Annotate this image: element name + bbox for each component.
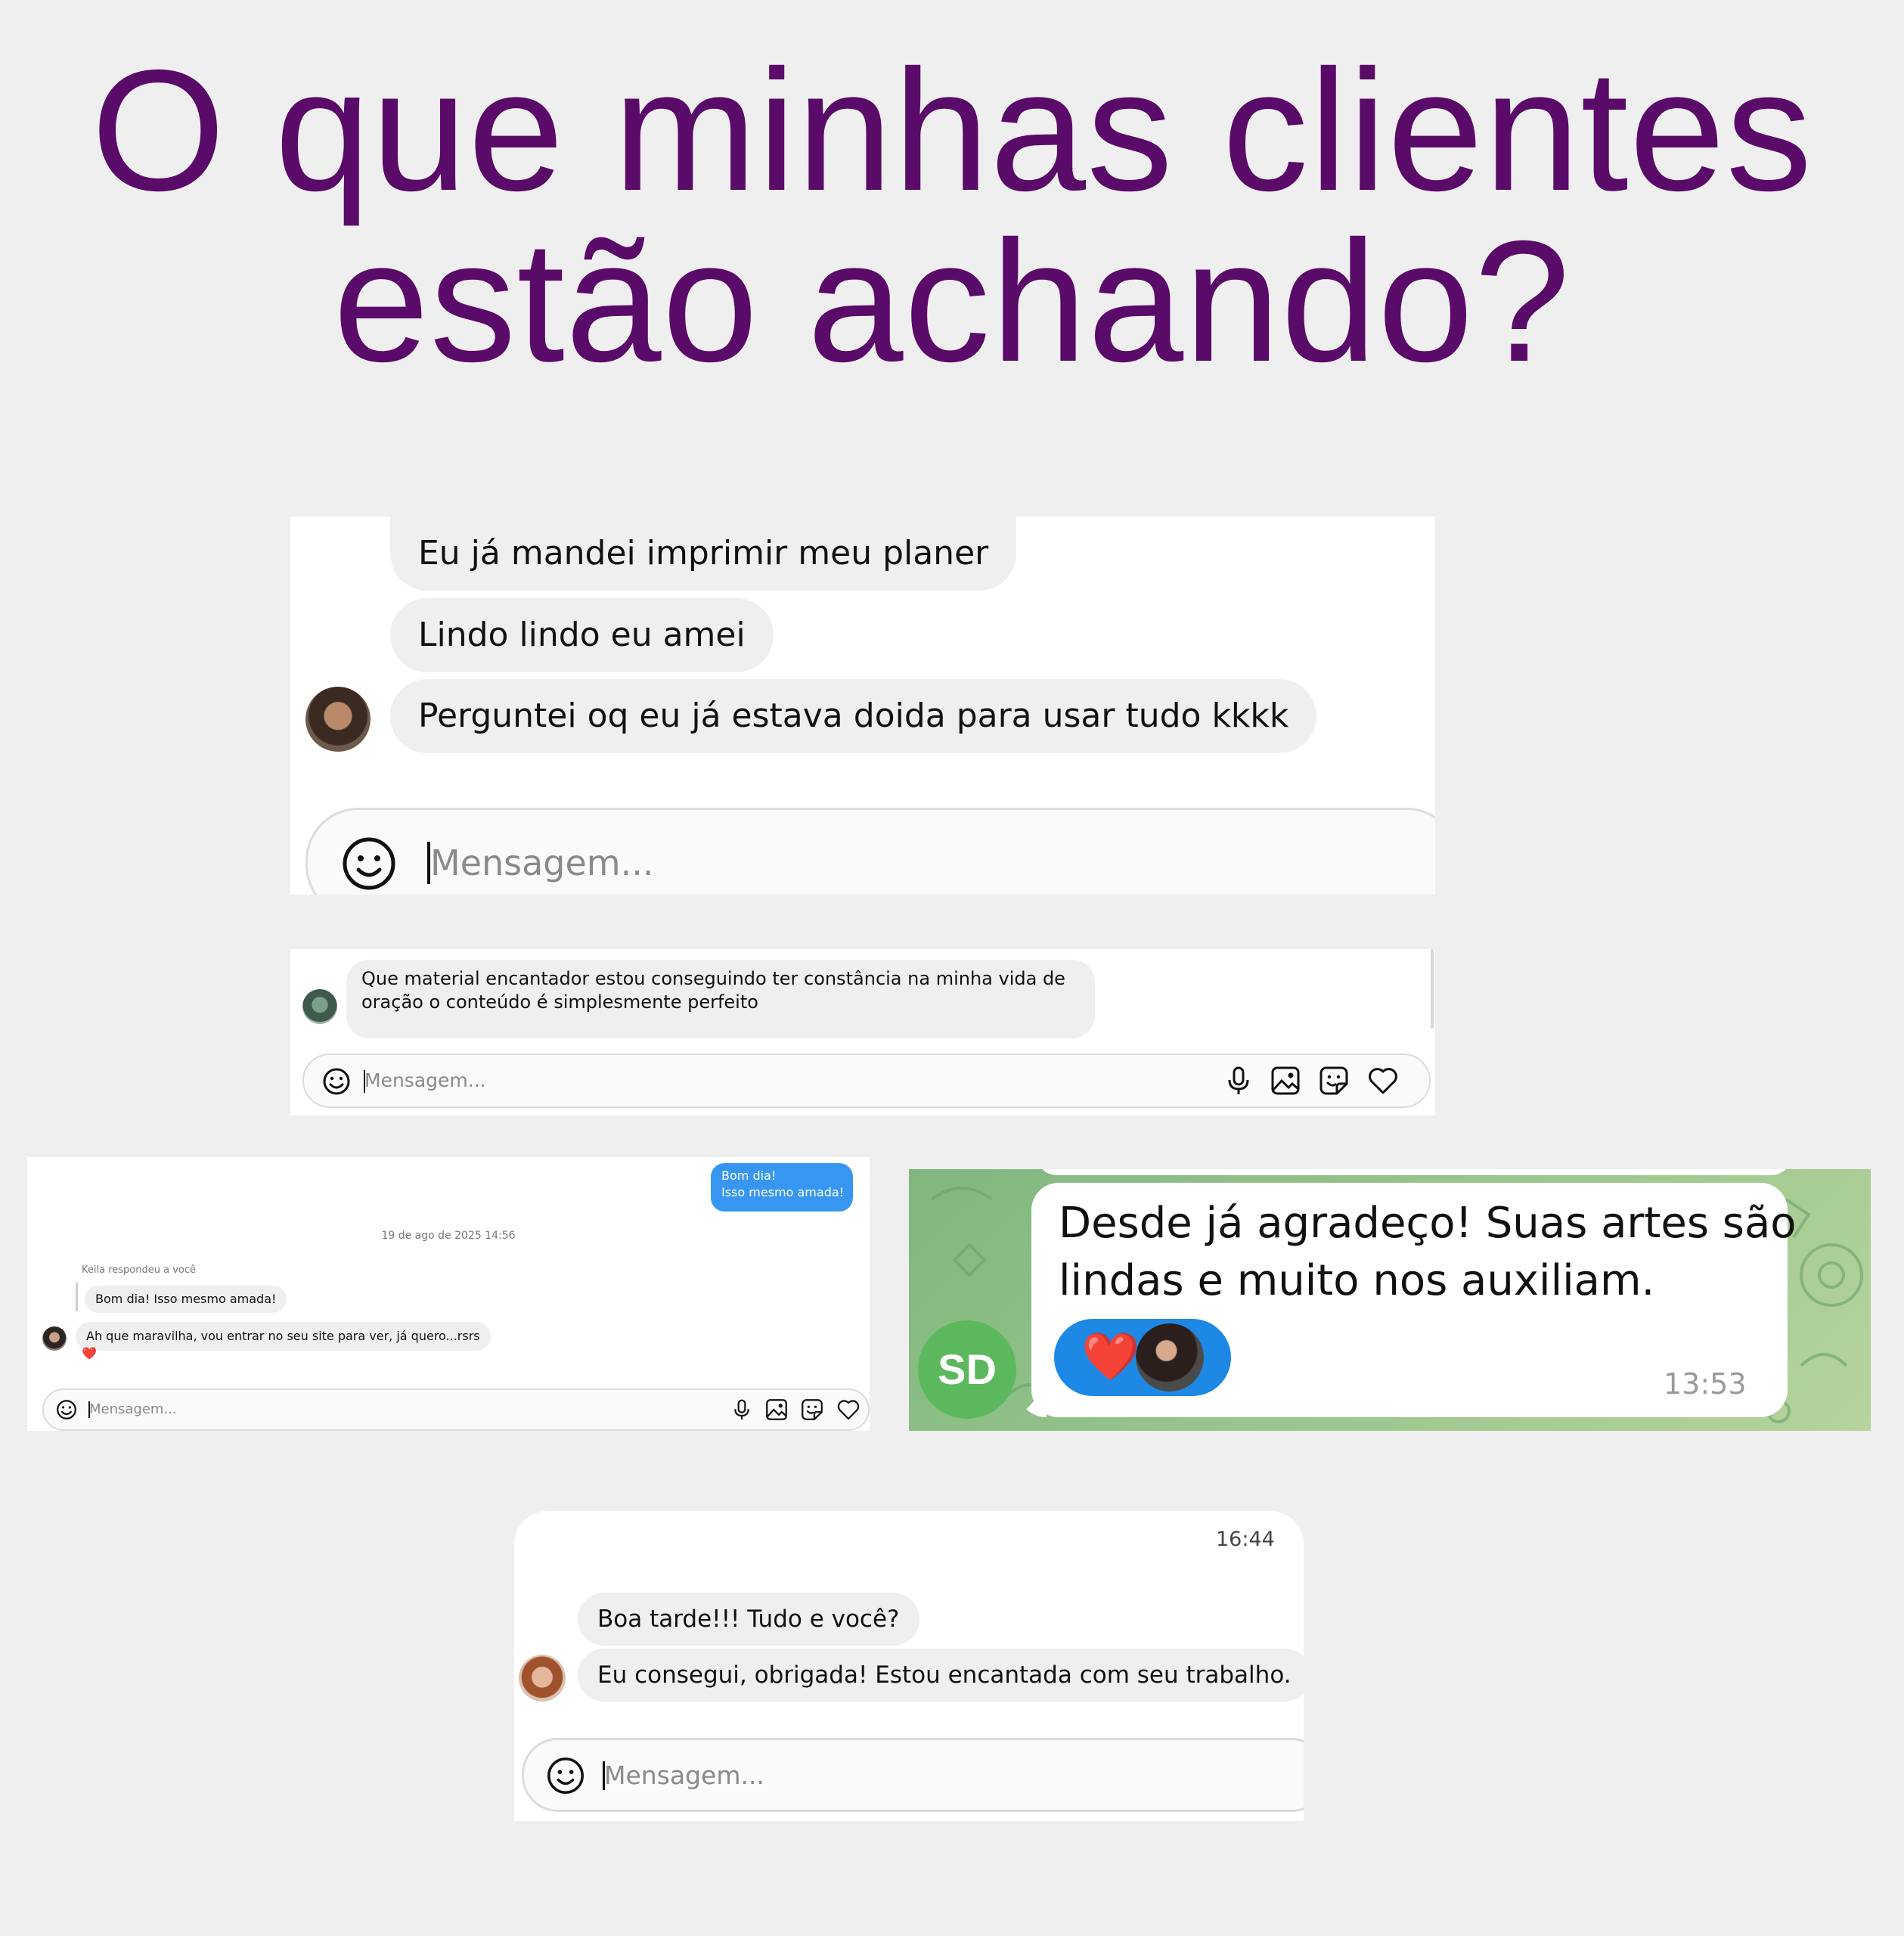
previous-message-edge <box>1036 1169 1792 1175</box>
chat-3-sent-line-1: Bom dia! <box>721 1168 777 1183</box>
chat-3-quoted-message: Bom dia! Isso mesmo amada! <box>85 1286 287 1313</box>
chat-4-message: Desde já agradeço! Suas artes são lindas… <box>1031 1183 1797 1417</box>
chat-3-reaction[interactable]: ❤️ <box>82 1346 97 1361</box>
microphone-icon[interactable] <box>1225 1066 1252 1096</box>
chat-3-input-placeholder: Mensagem... <box>89 1401 177 1417</box>
chat-screenshot-1: Eu já mandei imprimir meu planer Lindo l… <box>290 517 1435 895</box>
chat-5-time: 16:44 <box>1216 1528 1275 1551</box>
chat-4-time: 13:53 <box>1664 1367 1747 1401</box>
chat-screenshot-4: SD Desde já agradeço! Suas artes são lin… <box>909 1169 1871 1431</box>
heart-icon[interactable] <box>836 1398 861 1421</box>
chat-screenshot-5: 16:44 Boa tarde!!! Tudo e você? Eu conse… <box>514 1511 1304 1821</box>
heart-icon[interactable] <box>1367 1066 1399 1096</box>
microphone-icon[interactable] <box>732 1398 752 1421</box>
chat-4-message-line-1: Desde já agradeço! Suas artes são <box>1059 1199 1797 1248</box>
chat-screenshot-3: Bom dia! Isso mesmo amada! 19 de ago de … <box>27 1157 870 1431</box>
image-icon[interactable] <box>1270 1066 1301 1096</box>
page-headline: O que minhas clientes estão achando? <box>0 35 1904 398</box>
chat-3-sent-message: Bom dia! Isso mesmo amada! <box>711 1163 853 1212</box>
reactor-avatar <box>1136 1323 1204 1392</box>
chat-5-message-input[interactable]: Mensagem... <box>522 1738 1304 1812</box>
headline-line-1: O que minhas clientes <box>91 35 1813 227</box>
headline-line-2: estão achando? <box>333 206 1571 398</box>
sticker-icon[interactable] <box>801 1398 823 1421</box>
chat-1-input-placeholder: Mensagem... <box>430 842 654 883</box>
chat-5-avatar[interactable] <box>519 1655 566 1702</box>
image-icon[interactable] <box>765 1398 788 1421</box>
chat-3-avatar[interactable] <box>42 1326 67 1351</box>
chat-3-message: Ah que maravilha, vou entrar no seu site… <box>76 1322 491 1351</box>
chat-4-avatar[interactable]: SD <box>918 1320 1016 1419</box>
chat-2-message: Que material encantador estou conseguind… <box>346 960 1095 1038</box>
chat-screenshot-2: Que material encantador estou conseguind… <box>290 949 1435 1115</box>
chat-4-message-line-2: lindas e muito nos auxiliam. <box>1059 1256 1655 1305</box>
chat-5-message-2: Eu consegui, obrigada! Estou encantada c… <box>578 1649 1304 1702</box>
chat-4-reaction-pill[interactable]: ❤️ <box>1054 1319 1231 1396</box>
emoji-icon[interactable] <box>342 836 396 891</box>
chat-5-input-placeholder: Mensagem... <box>604 1761 764 1790</box>
emoji-icon[interactable] <box>322 1067 351 1096</box>
chat-3-date-separator: 19 de ago de 2025 14:56 <box>381 1230 516 1242</box>
emoji-icon[interactable] <box>56 1399 77 1420</box>
chat-1-message-3: Perguntei oq eu já estava doida para usa… <box>390 679 1317 753</box>
chat-2-message-line-1: Que material encantador estou conseguind… <box>361 968 1065 989</box>
heart-reaction-icon: ❤️ <box>1081 1331 1140 1383</box>
scrollbar[interactable] <box>1431 949 1434 1028</box>
chat-1-avatar[interactable] <box>305 687 371 752</box>
chat-1-message-1: Eu já mandei imprimir meu planer <box>390 517 1017 591</box>
reply-indicator-line <box>76 1283 78 1311</box>
chat-2-message-input[interactable]: Mensagem... <box>302 1053 1431 1108</box>
chat-3-message-input[interactable]: Mensagem... <box>42 1388 870 1431</box>
chat-1-message-input[interactable]: Mensagem... <box>305 808 1435 895</box>
chat-2-avatar[interactable] <box>302 989 337 1024</box>
sticker-icon[interactable] <box>1319 1066 1349 1096</box>
chat-3-sent-line-2: Isso mesmo amada! <box>721 1185 845 1199</box>
chat-2-input-placeholder: Mensagem... <box>364 1069 486 1091</box>
chat-3-reply-label: Keila respondeu a você <box>82 1264 196 1276</box>
chat-5-message-1: Boa tarde!!! Tudo e você? <box>578 1593 919 1646</box>
emoji-icon[interactable] <box>547 1757 585 1795</box>
chat-1-message-2: Lindo lindo eu amei <box>390 598 774 672</box>
chat-2-message-line-2: oração o conteúdo é simplesmente perfeit… <box>361 991 758 1013</box>
